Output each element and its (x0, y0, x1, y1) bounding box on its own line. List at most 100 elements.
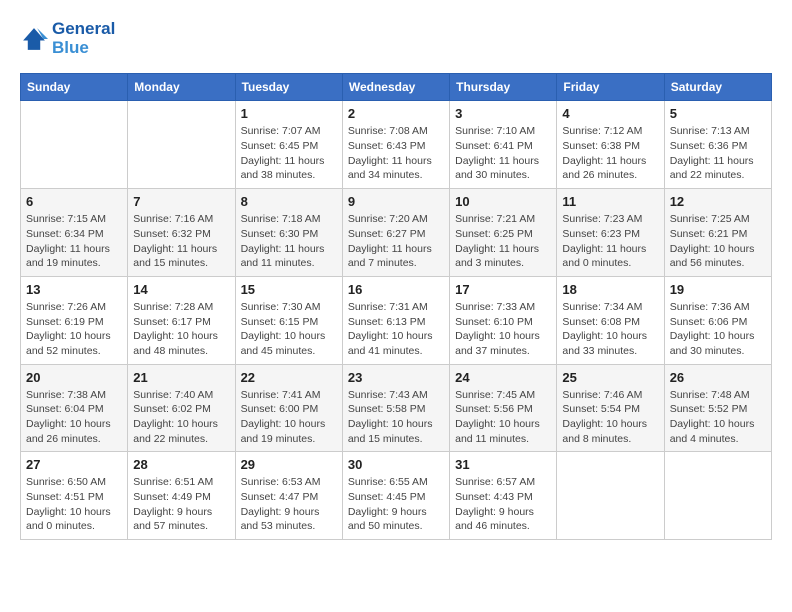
week-row-2: 6 Sunrise: 7:15 AM Sunset: 6:34 PM Daylig… (21, 189, 772, 277)
calendar-cell: 25Sunrise: 7:46 AM Sunset: 5:54 PM Dayli… (557, 364, 664, 452)
calendar-cell (21, 101, 128, 189)
calendar-cell: 13 Sunrise: 7:26 AM Sunset: 6:19 PM Dayli… (21, 276, 128, 364)
day-info: Sunrise: 6:57 AM Sunset: 4:43 PM Dayligh… (455, 475, 551, 534)
day-number: 15 (241, 282, 337, 297)
day-info: Sunrise: 7:34 AM Sunset: 6:08 PM Dayligh… (562, 300, 658, 359)
calendar-cell: 9 Sunrise: 7:20 AM Sunset: 6:27 PM Daylig… (342, 189, 449, 277)
day-number: 3 (455, 106, 551, 121)
day-info: Sunrise: 7:07 AM Sunset: 6:45 PM Dayligh… (241, 124, 337, 183)
calendar-cell: 30Sunrise: 6:55 AM Sunset: 4:45 PM Dayli… (342, 452, 449, 540)
header-day-thursday: Thursday (450, 74, 557, 101)
day-number: 20 (26, 370, 122, 385)
day-number: 13 (26, 282, 122, 297)
calendar-cell: 4 Sunrise: 7:12 AM Sunset: 6:38 PM Daylig… (557, 101, 664, 189)
day-info: Sunrise: 6:51 AM Sunset: 4:49 PM Dayligh… (133, 475, 229, 534)
logo: General Blue (20, 20, 115, 57)
calendar-cell: 17Sunrise: 7:33 AM Sunset: 6:10 PM Dayli… (450, 276, 557, 364)
day-number: 25 (562, 370, 658, 385)
calendar-cell: 11Sunrise: 7:23 AM Sunset: 6:23 PM Dayli… (557, 189, 664, 277)
day-info: Sunrise: 7:08 AM Sunset: 6:43 PM Dayligh… (348, 124, 444, 183)
logo-icon (20, 25, 48, 53)
day-number: 29 (241, 457, 337, 472)
day-number: 27 (26, 457, 122, 472)
calendar-cell (128, 101, 235, 189)
day-number: 10 (455, 194, 551, 209)
calendar-cell: 22Sunrise: 7:41 AM Sunset: 6:00 PM Dayli… (235, 364, 342, 452)
day-number: 18 (562, 282, 658, 297)
day-info: Sunrise: 7:45 AM Sunset: 5:56 PM Dayligh… (455, 388, 551, 447)
day-info: Sunrise: 7:30 AM Sunset: 6:15 PM Dayligh… (241, 300, 337, 359)
day-number: 26 (670, 370, 766, 385)
day-number: 28 (133, 457, 229, 472)
week-row-5: 27 Sunrise: 6:50 AM Sunset: 4:51 PM Dayli… (21, 452, 772, 540)
calendar-cell: 1 Sunrise: 7:07 AM Sunset: 6:45 PM Daylig… (235, 101, 342, 189)
day-info: Sunrise: 7:41 AM Sunset: 6:00 PM Dayligh… (241, 388, 337, 447)
header-day-tuesday: Tuesday (235, 74, 342, 101)
calendar-cell: 24 Sunrise: 7:45 AM Sunset: 5:56 PM Dayli… (450, 364, 557, 452)
calendar-cell: 26 Sunrise: 7:48 AM Sunset: 5:52 PM Dayli… (664, 364, 771, 452)
calendar-cell: 19 Sunrise: 7:36 AM Sunset: 6:06 PM Dayli… (664, 276, 771, 364)
day-number: 9 (348, 194, 444, 209)
week-row-4: 20Sunrise: 7:38 AM Sunset: 6:04 PM Dayli… (21, 364, 772, 452)
calendar-cell: 6 Sunrise: 7:15 AM Sunset: 6:34 PM Daylig… (21, 189, 128, 277)
calendar-cell: 27 Sunrise: 6:50 AM Sunset: 4:51 PM Dayli… (21, 452, 128, 540)
header-day-wednesday: Wednesday (342, 74, 449, 101)
calendar-cell: 12Sunrise: 7:25 AM Sunset: 6:21 PM Dayli… (664, 189, 771, 277)
header-day-friday: Friday (557, 74, 664, 101)
day-info: Sunrise: 7:25 AM Sunset: 6:21 PM Dayligh… (670, 212, 766, 271)
day-number: 23 (348, 370, 444, 385)
day-info: Sunrise: 7:33 AM Sunset: 6:10 PM Dayligh… (455, 300, 551, 359)
day-info: Sunrise: 7:28 AM Sunset: 6:17 PM Dayligh… (133, 300, 229, 359)
day-info: Sunrise: 7:31 AM Sunset: 6:13 PM Dayligh… (348, 300, 444, 359)
day-info: Sunrise: 7:23 AM Sunset: 6:23 PM Dayligh… (562, 212, 658, 271)
calendar-cell: 7 Sunrise: 7:16 AM Sunset: 6:32 PM Daylig… (128, 189, 235, 277)
calendar-cell: 15 Sunrise: 7:30 AM Sunset: 6:15 PM Dayli… (235, 276, 342, 364)
day-number: 7 (133, 194, 229, 209)
calendar-table: SundayMondayTuesdayWednesdayThursdayFrid… (20, 73, 772, 540)
day-info: Sunrise: 7:12 AM Sunset: 6:38 PM Dayligh… (562, 124, 658, 183)
day-info: Sunrise: 7:48 AM Sunset: 5:52 PM Dayligh… (670, 388, 766, 447)
day-info: Sunrise: 7:20 AM Sunset: 6:27 PM Dayligh… (348, 212, 444, 271)
day-number: 30 (348, 457, 444, 472)
day-number: 5 (670, 106, 766, 121)
calendar-cell (664, 452, 771, 540)
header-day-monday: Monday (128, 74, 235, 101)
day-info: Sunrise: 6:50 AM Sunset: 4:51 PM Dayligh… (26, 475, 122, 534)
logo-text: General Blue (52, 20, 115, 57)
calendar-cell: 20Sunrise: 7:38 AM Sunset: 6:04 PM Dayli… (21, 364, 128, 452)
calendar-cell: 28 Sunrise: 6:51 AM Sunset: 4:49 PM Dayli… (128, 452, 235, 540)
page-header: General Blue (20, 20, 772, 57)
day-info: Sunrise: 7:40 AM Sunset: 6:02 PM Dayligh… (133, 388, 229, 447)
day-number: 1 (241, 106, 337, 121)
day-info: Sunrise: 7:10 AM Sunset: 6:41 PM Dayligh… (455, 124, 551, 183)
calendar-cell: 23 Sunrise: 7:43 AM Sunset: 5:58 PM Dayli… (342, 364, 449, 452)
day-number: 21 (133, 370, 229, 385)
header-day-saturday: Saturday (664, 74, 771, 101)
day-info: Sunrise: 7:36 AM Sunset: 6:06 PM Dayligh… (670, 300, 766, 359)
day-info: Sunrise: 7:43 AM Sunset: 5:58 PM Dayligh… (348, 388, 444, 447)
calendar-cell: 2 Sunrise: 7:08 AM Sunset: 6:43 PM Daylig… (342, 101, 449, 189)
header-day-sunday: Sunday (21, 74, 128, 101)
calendar-cell: 18 Sunrise: 7:34 AM Sunset: 6:08 PM Dayli… (557, 276, 664, 364)
calendar-cell: 14 Sunrise: 7:28 AM Sunset: 6:17 PM Dayli… (128, 276, 235, 364)
day-number: 4 (562, 106, 658, 121)
day-info: Sunrise: 6:53 AM Sunset: 4:47 PM Dayligh… (241, 475, 337, 534)
day-number: 19 (670, 282, 766, 297)
calendar-cell: 3 Sunrise: 7:10 AM Sunset: 6:41 PM Daylig… (450, 101, 557, 189)
day-info: Sunrise: 7:26 AM Sunset: 6:19 PM Dayligh… (26, 300, 122, 359)
day-number: 2 (348, 106, 444, 121)
day-number: 6 (26, 194, 122, 209)
calendar-cell: 29 Sunrise: 6:53 AM Sunset: 4:47 PM Dayli… (235, 452, 342, 540)
day-info: Sunrise: 7:16 AM Sunset: 6:32 PM Dayligh… (133, 212, 229, 271)
week-row-3: 13 Sunrise: 7:26 AM Sunset: 6:19 PM Dayli… (21, 276, 772, 364)
calendar-cell: 21 Sunrise: 7:40 AM Sunset: 6:02 PM Dayli… (128, 364, 235, 452)
calendar-cell: 8Sunrise: 7:18 AM Sunset: 6:30 PM Daylig… (235, 189, 342, 277)
day-info: Sunrise: 7:13 AM Sunset: 6:36 PM Dayligh… (670, 124, 766, 183)
day-number: 24 (455, 370, 551, 385)
day-number: 16 (348, 282, 444, 297)
day-info: Sunrise: 7:18 AM Sunset: 6:30 PM Dayligh… (241, 212, 337, 271)
day-number: 31 (455, 457, 551, 472)
day-info: Sunrise: 7:15 AM Sunset: 6:34 PM Dayligh… (26, 212, 122, 271)
header-row: SundayMondayTuesdayWednesdayThursdayFrid… (21, 74, 772, 101)
day-number: 14 (133, 282, 229, 297)
